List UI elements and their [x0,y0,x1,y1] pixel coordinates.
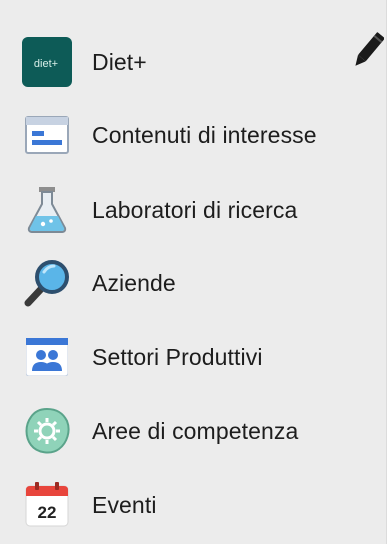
menu-item-label: Settori Produttivi [92,343,263,370]
menu-item-label: Contenuti di interesse [92,121,317,148]
menu-item-label: Laboratori di ricerca [92,196,298,223]
menu-item-aree[interactable]: Aree di competenza [0,401,387,461]
svg-text:22: 22 [38,503,57,522]
svg-text:diet+: diet+ [34,58,58,70]
menu-item-aziende[interactable]: Aziende [0,253,387,313]
gear-shield-icon [22,406,72,456]
menu-item-eventi[interactable]: 22 Eventi [0,475,387,535]
diet-logo-icon: diet+ [22,37,72,87]
menu-item-laboratori[interactable]: Laboratori di ricerca [0,180,387,240]
people-group-icon [22,332,72,382]
magnifier-icon [22,258,72,308]
menu-item-label: Eventi [92,491,157,518]
menu-item-contenuti[interactable]: Contenuti di interesse [0,105,387,165]
menu-item-label: Diet+ [92,48,147,75]
menu-item-settori[interactable]: Settori Produttivi [0,327,387,387]
menu-item-label: Aziende [92,269,176,296]
menu-item-diet[interactable]: diet+ Diet+ [0,32,387,92]
flask-icon [22,185,72,235]
calendar-icon: 22 [22,480,72,530]
document-card-icon [22,110,72,160]
sidebar-panel: diet+ Diet+ Contenuti di interesse Labor… [0,0,387,544]
menu-item-label: Aree di competenza [92,417,299,444]
